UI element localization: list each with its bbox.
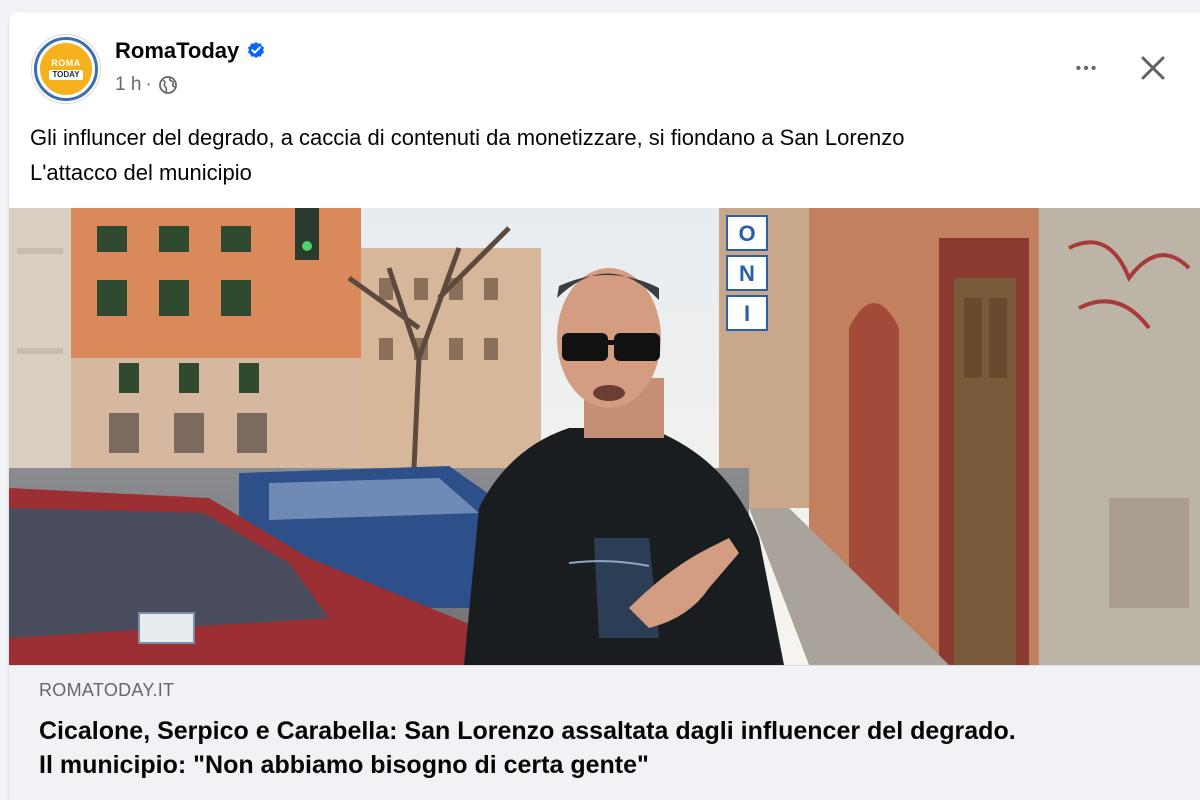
verified-badge-icon [248, 42, 265, 58]
page-name-link[interactable]: RomaToday [115, 38, 239, 64]
sign-letter-o: O [738, 221, 755, 246]
post-card: ROMA TODAY RomaToday 1 h · ••• Gli influ… [9, 12, 1200, 800]
post-photo[interactable]: O N I [9, 208, 1200, 665]
more-options-button[interactable]: ••• [1067, 54, 1107, 84]
street-scene-image: O N I [9, 208, 1200, 665]
caption-line-2: L'attacco del municipio [30, 160, 252, 185]
post-meta: 1 h · [115, 74, 178, 96]
logo-bottom-text: TODAY [49, 69, 83, 80]
link-domain: ROMATODAY.IT [39, 680, 175, 700]
more-options-icon: ••• [1075, 60, 1099, 77]
close-button[interactable] [1131, 46, 1175, 90]
link-headline[interactable]: Cicalone, Serpico e Carabella: San Loren… [39, 714, 1199, 782]
post-caption: Gli influncer del degrado, a caccia di c… [30, 120, 1180, 190]
link-headline-line-1: Cicalone, Serpico e Carabella: San Loren… [39, 717, 1016, 745]
logo-top-text: ROMA [51, 57, 81, 68]
link-preview[interactable]: ROMATODAY.IT Cicalone, Serpico e Carabel… [9, 665, 1200, 800]
close-icon [1141, 56, 1165, 80]
post-timestamp[interactable]: 1 h [115, 74, 141, 96]
romatoday-logo: ROMA TODAY [40, 43, 92, 95]
meta-separator: · [145, 74, 152, 95]
globe-icon[interactable] [158, 75, 178, 95]
avatar-ring: ROMA TODAY [34, 37, 98, 101]
sign-letter-i: I [744, 301, 750, 326]
page-name-row: RomaToday [115, 38, 266, 64]
avatar[interactable]: ROMA TODAY [31, 34, 101, 104]
caption-line-1: Gli influncer del degrado, a caccia di c… [30, 125, 905, 150]
sign-letter-n: N [739, 261, 755, 286]
link-headline-line-2: Il municipio: "Non abbiamo bisogno di ce… [39, 751, 649, 779]
post-header: ROMA TODAY RomaToday 1 h · ••• [9, 12, 1200, 122]
